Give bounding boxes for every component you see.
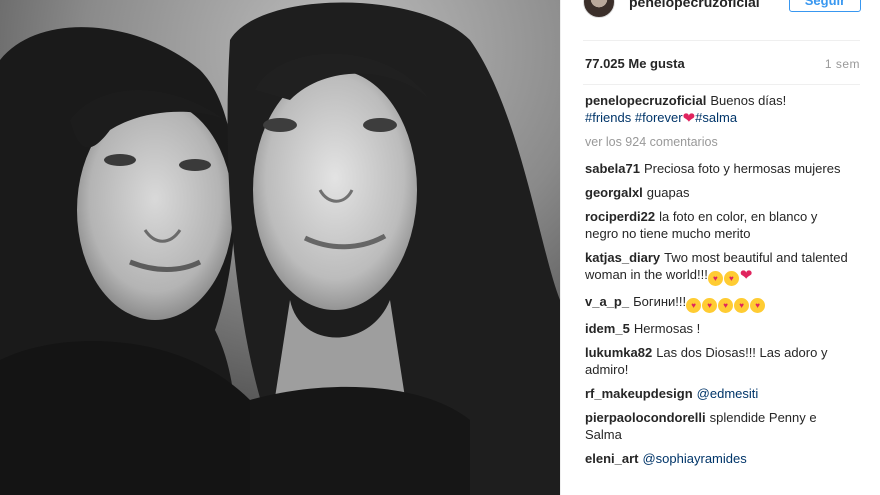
caption: penelopecruzoficial Buenos días! #friends… (585, 92, 853, 127)
comment-item: sabela71 Preciosa foto y hermosas mujeres (585, 160, 853, 177)
heart-eyes-emoji-icon: ♥ (686, 298, 702, 313)
post-photo-image (0, 0, 560, 495)
red-heart-emoji-icon: ❤ (682, 110, 696, 127)
likes-divider (583, 84, 860, 85)
heart-eyes-emoji-icon: ♥ (718, 298, 734, 313)
comments-list: penelopecruzoficial Buenos días! #friends… (585, 92, 853, 474)
post-header: penelopecruzoficial Seguir (561, 0, 880, 40)
heart-eyes-emoji-icon: ♥ (723, 271, 739, 286)
follow-button[interactable]: Seguir (789, 0, 861, 12)
view-comments-link[interactable]: ver los 924 comentarios (585, 134, 853, 151)
comment-username[interactable]: katjas_diary (585, 250, 660, 265)
avatar[interactable] (583, 0, 615, 18)
hashtag-friends[interactable]: #friends (585, 110, 631, 125)
comment-text: Богини!!! (633, 294, 687, 309)
red-heart-emoji-icon: ❤ (739, 267, 753, 284)
comment-item: katjas_diary Two most beautiful and talen… (585, 249, 853, 286)
comment-item: lukumka82 Las dos Diosas!!! Las adoro y a… (585, 344, 853, 378)
hashtag-salma[interactable]: #salma (695, 110, 737, 125)
comment-item: rf_makeupdesign @edmesiti (585, 385, 853, 402)
post-photo[interactable] (0, 0, 560, 495)
heart-eyes-emoji-icon: ♥ (702, 298, 718, 313)
comment-item: v_a_p_ Богини!!! ♥ ♥ ♥ ♥ ♥ (585, 293, 853, 313)
comment-username[interactable]: georgalxl (585, 185, 643, 200)
comment-text: guapas (646, 185, 690, 200)
comment-text: Preciosa foto y hermosas mujeres (643, 161, 841, 176)
comment-username[interactable]: idem_5 (585, 321, 630, 336)
heart-eyes-emoji-icon: ♥ (707, 271, 723, 286)
comment-item: eleni_art @sophiayramides (585, 450, 853, 467)
comment-item: rociperdi22 la foto en color, en blanco y… (585, 208, 853, 242)
likes-count[interactable]: 77.025 Me gusta (585, 56, 685, 71)
comment-username[interactable]: rociperdi22 (585, 209, 655, 224)
post-sidebar: penelopecruzoficial Seguir 77.025 Me gus… (560, 0, 880, 495)
comment-username[interactable]: v_a_p_ (585, 294, 629, 309)
comment-username[interactable]: pierpaolocondorelli (585, 410, 706, 425)
header-username[interactable]: penelopecruzoficial (629, 0, 760, 10)
comment-item: pierpaolocondorelli splendide Penny e Sal… (585, 409, 853, 443)
comment-username[interactable]: rf_makeupdesign (585, 386, 693, 401)
heart-eyes-emoji-icon: ♥ (734, 298, 750, 313)
caption-username[interactable]: penelopecruzoficial (585, 93, 706, 108)
comment-username[interactable]: lukumka82 (585, 345, 652, 360)
header-divider (583, 40, 860, 41)
hashtag-forever[interactable]: #forever (635, 110, 683, 125)
comment-item: georgalxl guapas (585, 184, 853, 201)
post-age[interactable]: 1 sem (825, 57, 860, 71)
comment-mention[interactable]: @edmesiti (697, 386, 759, 401)
comment-item: idem_5 Hermosas ! (585, 320, 853, 337)
comment-username[interactable]: eleni_art (585, 451, 638, 466)
comment-username[interactable]: sabela71 (585, 161, 640, 176)
caption-text: Buenos días! (710, 93, 787, 108)
heart-eyes-emoji-icon: ♥ (750, 298, 766, 313)
comment-mention[interactable]: @sophiayramides (642, 451, 746, 466)
comment-text: Hermosas ! (633, 321, 701, 336)
